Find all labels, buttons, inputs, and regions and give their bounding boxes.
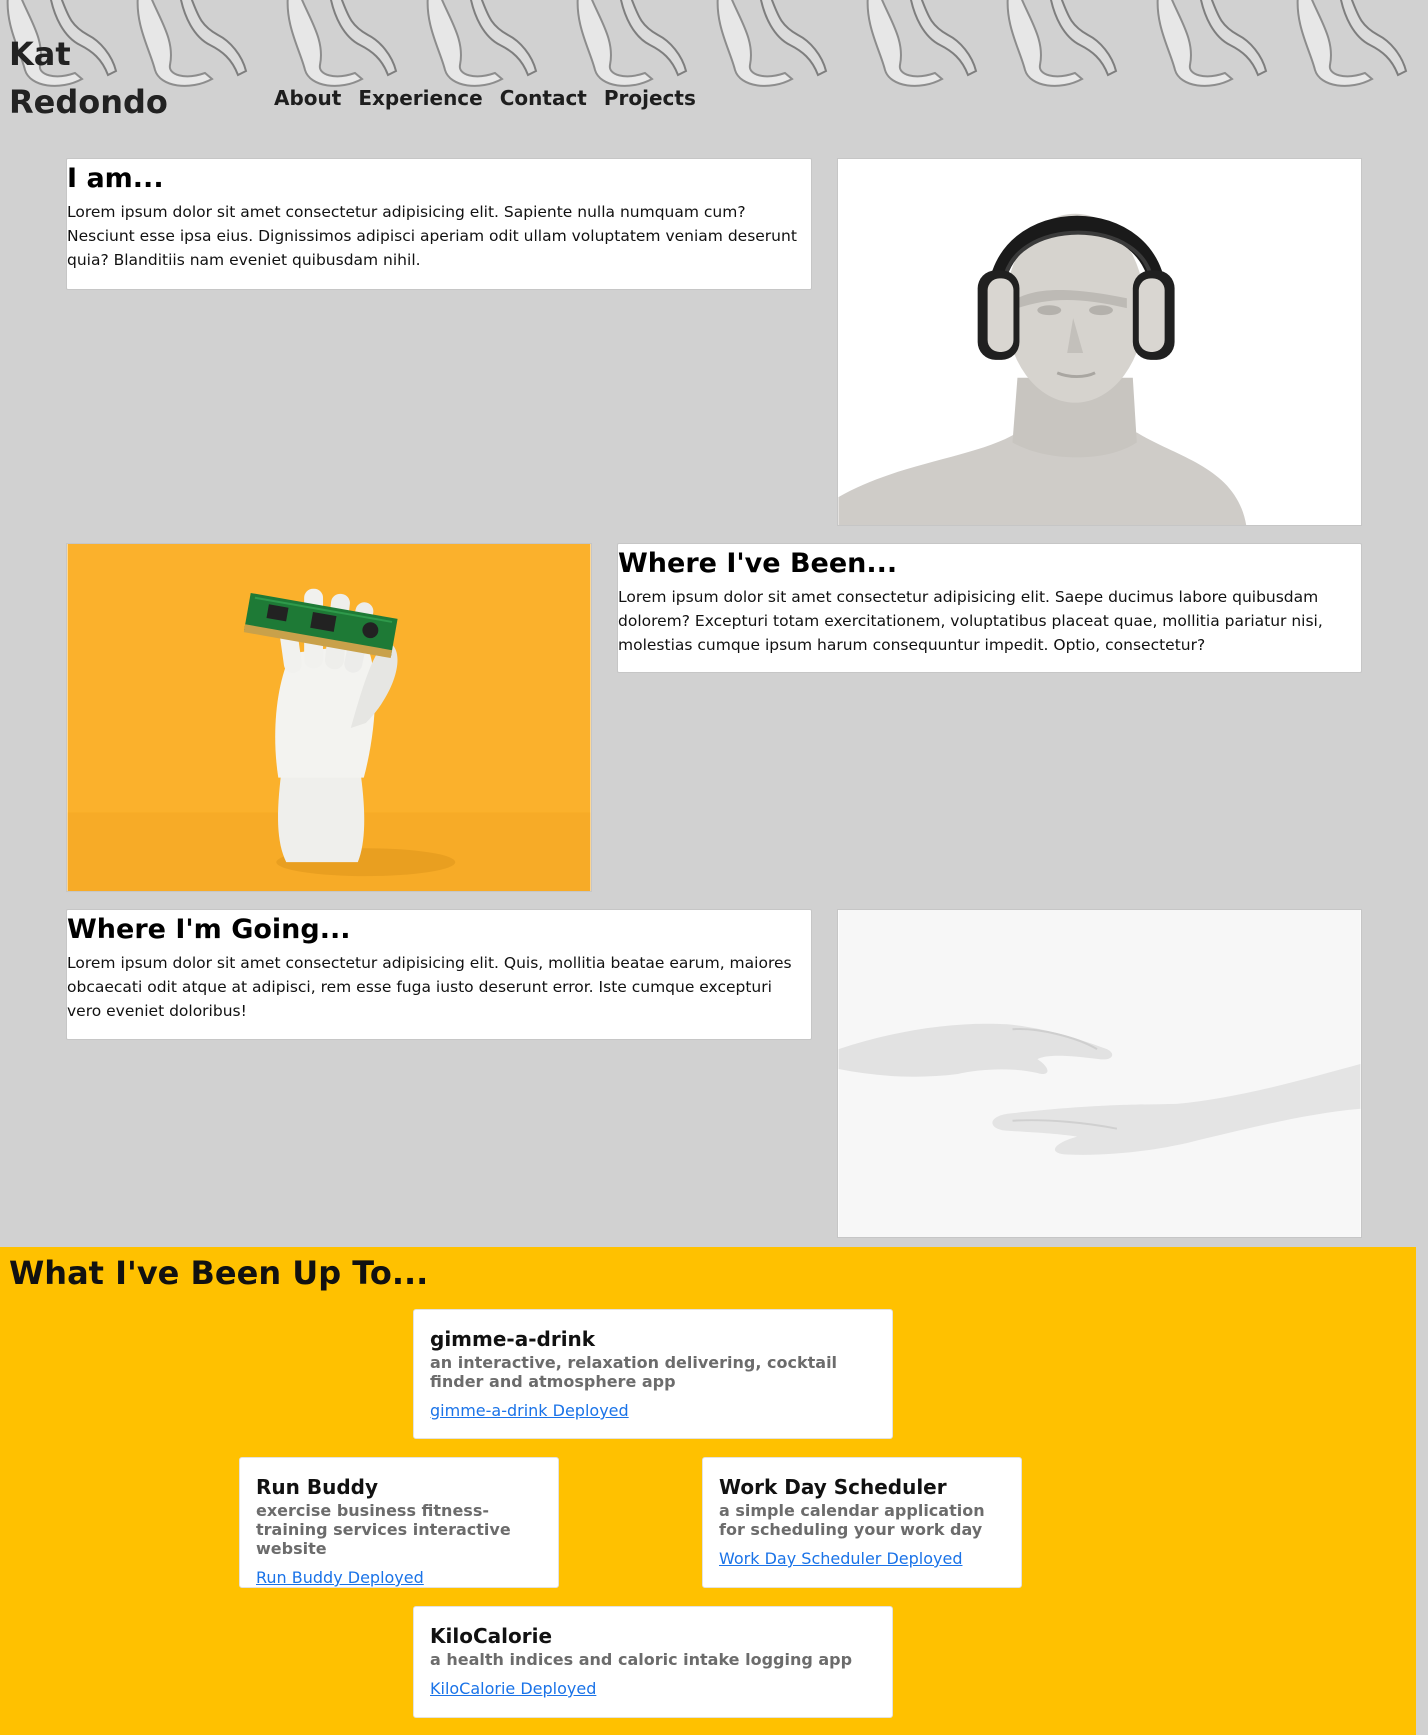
future-title: Where I'm Going... — [67, 914, 351, 945]
nav-contact[interactable]: Contact — [500, 86, 587, 110]
about-title: I am... — [67, 163, 164, 194]
experience-title: Where I've Been... — [618, 548, 898, 579]
future-image — [837, 909, 1362, 1238]
project-link[interactable]: gimme-a-drink Deployed — [430, 1401, 629, 1420]
experience-text: Lorem ipsum dolor sit amet consectetur a… — [618, 588, 1323, 654]
project-name: Run Buddy — [256, 1475, 378, 1499]
site-header: Kat Redondo About Experience Contact Pro… — [0, 0, 1428, 125]
header-hands-banner — [6, 0, 1407, 87]
projects-title: What I've Been Up To... — [9, 1254, 429, 1292]
future-text: Lorem ipsum dolor sit amet consectetur a… — [67, 954, 792, 1020]
project-description: exercise business fitness-training servi… — [256, 1501, 511, 1558]
project-name: KiloCalorie — [430, 1624, 553, 1648]
project-name: gimme-a-drink — [430, 1327, 596, 1351]
project-description: a health indices and caloric intake logg… — [430, 1650, 853, 1669]
experience-card: Where I've Been... Lorem ipsum dolor sit… — [617, 543, 1362, 673]
site-brand[interactable]: Kat Redondo — [9, 30, 168, 125]
experience-image — [66, 543, 592, 892]
project-card-kilocalorie: KiloCalorie a health indices and caloric… — [413, 1606, 893, 1718]
project-name: Work Day Scheduler — [719, 1475, 947, 1499]
project-card-work-day-scheduler: Work Day Scheduler a simple calendar app… — [702, 1457, 1022, 1588]
project-card-run-buddy: Run Buddy exercise business fitness-trai… — [239, 1457, 559, 1588]
reaching-hands-image — [838, 910, 1361, 1237]
project-description: an interactive, relaxation delivering, c… — [430, 1353, 838, 1391]
project-link[interactable]: KiloCalorie Deployed — [430, 1679, 596, 1698]
project-link[interactable]: Work Day Scheduler Deployed — [719, 1549, 963, 1568]
brand-first-name: Kat — [9, 35, 71, 73]
about-text: Lorem ipsum dolor sit amet consectetur a… — [67, 203, 797, 269]
project-card-gimme-a-drink: gimme-a-drink an interactive, relaxation… — [413, 1309, 893, 1439]
future-card: Where I'm Going... Lorem ipsum dolor sit… — [66, 909, 812, 1040]
nav-experience[interactable]: Experience — [358, 86, 482, 110]
mannequin-headphones-image — [838, 159, 1361, 525]
about-image — [837, 158, 1362, 526]
hand-circuit-board-image — [67, 544, 591, 891]
project-description: a simple calendar application for schedu… — [719, 1501, 985, 1539]
main-nav: About Experience Contact Projects — [274, 86, 696, 110]
nav-projects[interactable]: Projects — [604, 86, 696, 110]
brand-last-name: Redondo — [9, 83, 168, 121]
nav-about[interactable]: About — [274, 86, 341, 110]
projects-section: What I've Been Up To... gimme-a-drink an… — [0, 1247, 1416, 1735]
about-card: I am... Lorem ipsum dolor sit amet conse… — [66, 158, 812, 290]
project-link[interactable]: Run Buddy Deployed — [256, 1568, 424, 1587]
